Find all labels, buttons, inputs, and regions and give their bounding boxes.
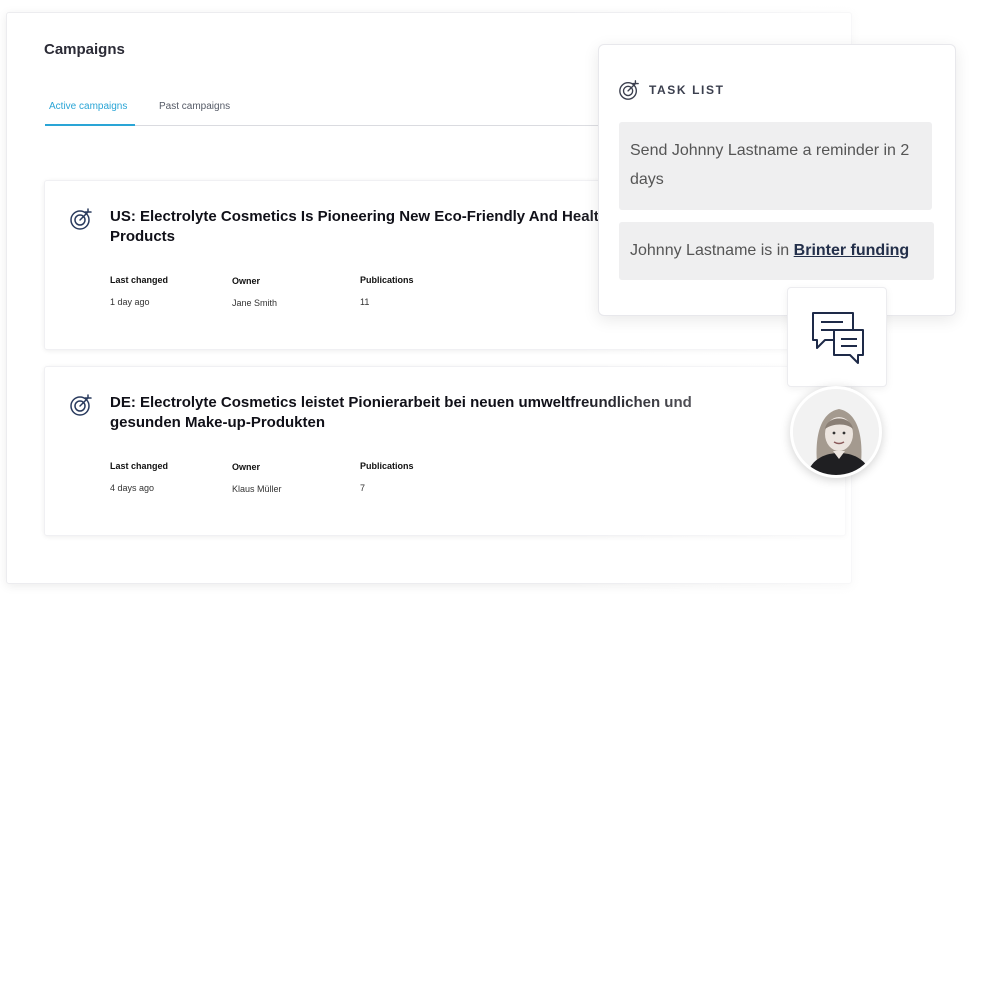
target-icon	[619, 80, 639, 100]
publications-label: Publications	[360, 461, 414, 471]
owner-label: Owner	[232, 276, 261, 286]
publications-label: Publications	[360, 275, 414, 285]
last-changed-value: 4 days ago	[110, 483, 155, 493]
task-text: Send Johnny Lastname a reminder in 2 day…	[630, 142, 910, 188]
campaign-card[interactable]: DE: Electrolyte Cosmetics leistet Pionie…	[44, 366, 846, 536]
page-title: Campaigns	[44, 41, 125, 58]
chat-bubbles-icon	[812, 312, 864, 364]
avatar-portrait	[793, 389, 879, 475]
active-tab-indicator	[45, 124, 135, 126]
campaign-title[interactable]: DE: Electrolyte Cosmetics leistet Pionie…	[110, 393, 710, 433]
last-changed-label: Last changed	[110, 461, 169, 471]
chat-button[interactable]	[787, 287, 887, 387]
owner-value: Jane Smith	[232, 298, 278, 308]
task-item[interactable]: Johnny Lastname is in Brinter funding	[619, 222, 934, 280]
last-changed-label: Last changed	[110, 275, 169, 285]
task-text: Johnny Lastname is in	[630, 242, 794, 259]
campaign-tabs: Active campaigns Past campaigns	[45, 97, 645, 126]
task-link[interactable]: Brinter funding	[794, 242, 910, 259]
task-list-panel: TASK LIST Send Johnny Lastname a reminde…	[598, 44, 956, 316]
task-item[interactable]: Send Johnny Lastname a reminder in 2 day…	[619, 122, 932, 210]
publications-value: 7	[360, 483, 366, 493]
target-icon	[70, 394, 92, 416]
task-list-title: TASK LIST	[649, 83, 725, 97]
user-avatar[interactable]	[790, 386, 882, 478]
target-icon	[70, 208, 92, 230]
last-changed-value: 1 day ago	[110, 297, 150, 307]
owner-value: Klaus Müller	[232, 484, 282, 494]
owner-label: Owner	[232, 462, 261, 472]
tab-past-campaigns[interactable]: Past campaigns	[159, 101, 230, 112]
publications-value: 11	[360, 297, 370, 307]
tab-active-campaigns[interactable]: Active campaigns	[49, 101, 127, 112]
